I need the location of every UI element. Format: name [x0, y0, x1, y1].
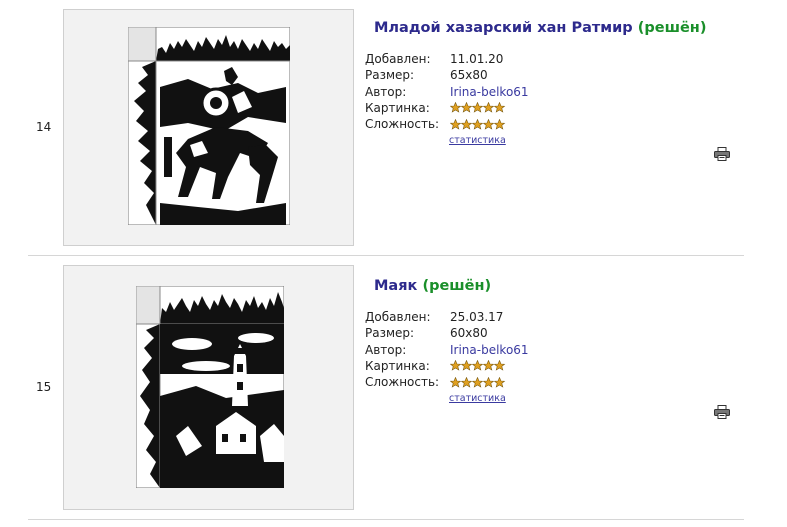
- meta-author: Автор: Irina-belko61: [365, 84, 529, 99]
- nonogram-preview: [128, 27, 290, 225]
- star-rating-icon: [450, 118, 506, 130]
- statistics-link[interactable]: статистика: [449, 135, 506, 146]
- print-icon[interactable]: [714, 147, 730, 161]
- meta-author: Автор: Irina-belko61: [365, 342, 529, 357]
- puzzle-meta: Добавлен: 25.03.17 Размер: 60x80 Автор: Iri…: [365, 309, 529, 390]
- added-date: 25.03.17: [450, 310, 504, 324]
- puzzle-thumbnail[interactable]: [63, 265, 354, 510]
- author-link[interactable]: Irina-belko61: [450, 343, 529, 357]
- meta-picture-rating: Картинка:: [365, 358, 529, 374]
- meta-picture-rating: Картинка:: [365, 100, 529, 116]
- added-date: 11.01.20: [450, 52, 504, 66]
- meta-difficulty-rating: Сложность:: [365, 374, 529, 390]
- star-rating-icon: [450, 102, 506, 114]
- item-number: 14: [36, 120, 52, 134]
- print-icon[interactable]: [714, 405, 730, 419]
- meta-size: Размер: 60x80: [365, 326, 488, 341]
- meta-difficulty-rating: Сложность:: [365, 116, 529, 132]
- puzzle-title-text[interactable]: Младой хазарский хан Ратмир: [374, 20, 633, 36]
- puzzle-title-text[interactable]: Маяк: [374, 278, 417, 294]
- item-divider: [28, 519, 744, 520]
- statistics-link[interactable]: статистика: [449, 393, 506, 404]
- puzzle-meta: Добавлен: 11.01.20 Размер: 65x80 Автор: Iri…: [365, 51, 529, 132]
- author-link[interactable]: Irina-belko61: [450, 85, 529, 99]
- star-rating-icon: [450, 360, 506, 372]
- meta-added: Добавлен: 11.01.20: [365, 52, 504, 66]
- puzzle-thumbnail[interactable]: [63, 9, 354, 246]
- solved-status: (решён): [422, 278, 492, 294]
- size-value: 65x80: [450, 68, 488, 83]
- item-number: 15: [36, 380, 52, 394]
- nonogram-preview: [136, 286, 284, 488]
- item-divider: [28, 255, 744, 256]
- size-value: 60x80: [450, 326, 488, 341]
- solved-status: (решён): [637, 20, 707, 36]
- meta-size: Размер: 65x80: [365, 68, 488, 83]
- meta-added: Добавлен: 25.03.17: [365, 310, 504, 324]
- puzzle-title[interactable]: Младой хазарский хан Ратмир (решён): [374, 20, 706, 36]
- puzzle-title[interactable]: Маяк (решён): [374, 278, 491, 294]
- star-rating-icon: [450, 376, 506, 388]
